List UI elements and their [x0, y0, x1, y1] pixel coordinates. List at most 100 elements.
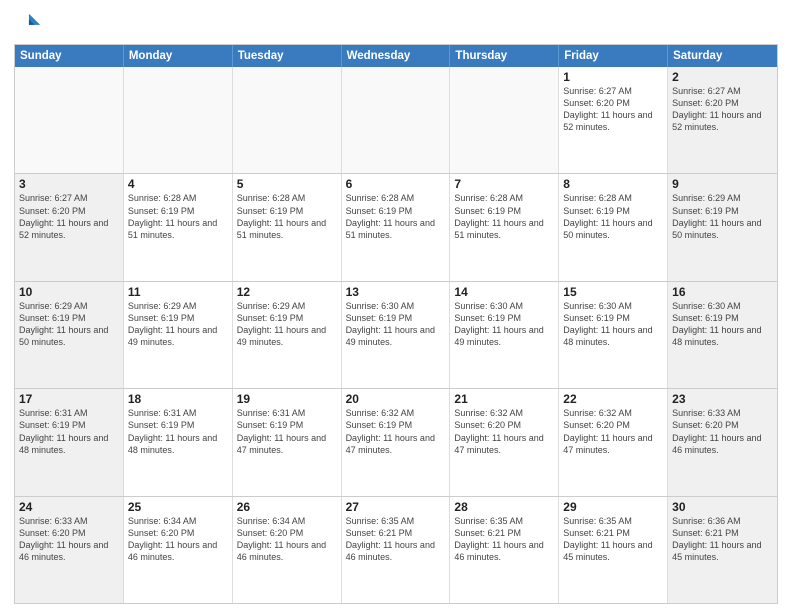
header-saturday: Saturday [668, 45, 777, 67]
day-number: 13 [346, 285, 446, 299]
day-21: 21Sunrise: 6:32 AM Sunset: 6:20 PM Dayli… [450, 389, 559, 495]
day-info: Sunrise: 6:33 AM Sunset: 6:20 PM Dayligh… [672, 407, 773, 456]
day-18: 18Sunrise: 6:31 AM Sunset: 6:19 PM Dayli… [124, 389, 233, 495]
day-info: Sunrise: 6:31 AM Sunset: 6:19 PM Dayligh… [19, 407, 119, 456]
day-number: 11 [128, 285, 228, 299]
day-info: Sunrise: 6:35 AM Sunset: 6:21 PM Dayligh… [563, 515, 663, 564]
week-2: 3Sunrise: 6:27 AM Sunset: 6:20 PM Daylig… [15, 173, 777, 280]
week-1: 1Sunrise: 6:27 AM Sunset: 6:20 PM Daylig… [15, 67, 777, 173]
day-28: 28Sunrise: 6:35 AM Sunset: 6:21 PM Dayli… [450, 497, 559, 603]
day-info: Sunrise: 6:29 AM Sunset: 6:19 PM Dayligh… [128, 300, 228, 349]
day-info: Sunrise: 6:28 AM Sunset: 6:19 PM Dayligh… [237, 192, 337, 241]
day-6: 6Sunrise: 6:28 AM Sunset: 6:19 PM Daylig… [342, 174, 451, 280]
header-tuesday: Tuesday [233, 45, 342, 67]
day-number: 27 [346, 500, 446, 514]
day-12: 12Sunrise: 6:29 AM Sunset: 6:19 PM Dayli… [233, 282, 342, 388]
day-10: 10Sunrise: 6:29 AM Sunset: 6:19 PM Dayli… [15, 282, 124, 388]
day-number: 18 [128, 392, 228, 406]
day-info: Sunrise: 6:32 AM Sunset: 6:20 PM Dayligh… [563, 407, 663, 456]
day-number: 20 [346, 392, 446, 406]
day-info: Sunrise: 6:29 AM Sunset: 6:19 PM Dayligh… [19, 300, 119, 349]
day-5: 5Sunrise: 6:28 AM Sunset: 6:19 PM Daylig… [233, 174, 342, 280]
day-14: 14Sunrise: 6:30 AM Sunset: 6:19 PM Dayli… [450, 282, 559, 388]
calendar-header: SundayMondayTuesdayWednesdayThursdayFrid… [15, 45, 777, 67]
header-sunday: Sunday [15, 45, 124, 67]
day-number: 4 [128, 177, 228, 191]
empty-cell [450, 67, 559, 173]
header-friday: Friday [559, 45, 668, 67]
day-29: 29Sunrise: 6:35 AM Sunset: 6:21 PM Dayli… [559, 497, 668, 603]
calendar: SundayMondayTuesdayWednesdayThursdayFrid… [14, 44, 778, 604]
day-4: 4Sunrise: 6:28 AM Sunset: 6:19 PM Daylig… [124, 174, 233, 280]
day-number: 24 [19, 500, 119, 514]
day-11: 11Sunrise: 6:29 AM Sunset: 6:19 PM Dayli… [124, 282, 233, 388]
day-info: Sunrise: 6:32 AM Sunset: 6:19 PM Dayligh… [346, 407, 446, 456]
day-info: Sunrise: 6:30 AM Sunset: 6:19 PM Dayligh… [346, 300, 446, 349]
day-info: Sunrise: 6:34 AM Sunset: 6:20 PM Dayligh… [237, 515, 337, 564]
day-info: Sunrise: 6:33 AM Sunset: 6:20 PM Dayligh… [19, 515, 119, 564]
day-number: 12 [237, 285, 337, 299]
day-7: 7Sunrise: 6:28 AM Sunset: 6:19 PM Daylig… [450, 174, 559, 280]
day-19: 19Sunrise: 6:31 AM Sunset: 6:19 PM Dayli… [233, 389, 342, 495]
day-number: 17 [19, 392, 119, 406]
day-8: 8Sunrise: 6:28 AM Sunset: 6:19 PM Daylig… [559, 174, 668, 280]
day-30: 30Sunrise: 6:36 AM Sunset: 6:21 PM Dayli… [668, 497, 777, 603]
day-number: 29 [563, 500, 663, 514]
day-info: Sunrise: 6:27 AM Sunset: 6:20 PM Dayligh… [672, 85, 773, 134]
logo [14, 10, 46, 38]
day-number: 25 [128, 500, 228, 514]
header-monday: Monday [124, 45, 233, 67]
day-info: Sunrise: 6:30 AM Sunset: 6:19 PM Dayligh… [454, 300, 554, 349]
day-number: 9 [672, 177, 773, 191]
day-number: 26 [237, 500, 337, 514]
empty-cell [342, 67, 451, 173]
day-info: Sunrise: 6:28 AM Sunset: 6:19 PM Dayligh… [128, 192, 228, 241]
day-number: 19 [237, 392, 337, 406]
day-number: 22 [563, 392, 663, 406]
day-26: 26Sunrise: 6:34 AM Sunset: 6:20 PM Dayli… [233, 497, 342, 603]
day-info: Sunrise: 6:30 AM Sunset: 6:19 PM Dayligh… [563, 300, 663, 349]
day-info: Sunrise: 6:30 AM Sunset: 6:19 PM Dayligh… [672, 300, 773, 349]
day-number: 3 [19, 177, 119, 191]
day-2: 2Sunrise: 6:27 AM Sunset: 6:20 PM Daylig… [668, 67, 777, 173]
day-23: 23Sunrise: 6:33 AM Sunset: 6:20 PM Dayli… [668, 389, 777, 495]
day-1: 1Sunrise: 6:27 AM Sunset: 6:20 PM Daylig… [559, 67, 668, 173]
empty-cell [124, 67, 233, 173]
empty-cell [233, 67, 342, 173]
day-info: Sunrise: 6:31 AM Sunset: 6:19 PM Dayligh… [128, 407, 228, 456]
day-info: Sunrise: 6:36 AM Sunset: 6:21 PM Dayligh… [672, 515, 773, 564]
day-number: 5 [237, 177, 337, 191]
day-number: 1 [563, 70, 663, 84]
day-number: 16 [672, 285, 773, 299]
day-number: 8 [563, 177, 663, 191]
day-9: 9Sunrise: 6:29 AM Sunset: 6:19 PM Daylig… [668, 174, 777, 280]
day-number: 23 [672, 392, 773, 406]
header-wednesday: Wednesday [342, 45, 451, 67]
logo-icon [14, 10, 42, 38]
day-20: 20Sunrise: 6:32 AM Sunset: 6:19 PM Dayli… [342, 389, 451, 495]
day-number: 7 [454, 177, 554, 191]
day-24: 24Sunrise: 6:33 AM Sunset: 6:20 PM Dayli… [15, 497, 124, 603]
empty-cell [15, 67, 124, 173]
day-16: 16Sunrise: 6:30 AM Sunset: 6:19 PM Dayli… [668, 282, 777, 388]
day-info: Sunrise: 6:34 AM Sunset: 6:20 PM Dayligh… [128, 515, 228, 564]
day-info: Sunrise: 6:28 AM Sunset: 6:19 PM Dayligh… [454, 192, 554, 241]
day-info: Sunrise: 6:27 AM Sunset: 6:20 PM Dayligh… [19, 192, 119, 241]
day-number: 6 [346, 177, 446, 191]
day-3: 3Sunrise: 6:27 AM Sunset: 6:20 PM Daylig… [15, 174, 124, 280]
day-number: 10 [19, 285, 119, 299]
week-4: 17Sunrise: 6:31 AM Sunset: 6:19 PM Dayli… [15, 388, 777, 495]
day-22: 22Sunrise: 6:32 AM Sunset: 6:20 PM Dayli… [559, 389, 668, 495]
day-info: Sunrise: 6:27 AM Sunset: 6:20 PM Dayligh… [563, 85, 663, 134]
day-number: 2 [672, 70, 773, 84]
day-info: Sunrise: 6:32 AM Sunset: 6:20 PM Dayligh… [454, 407, 554, 456]
day-17: 17Sunrise: 6:31 AM Sunset: 6:19 PM Dayli… [15, 389, 124, 495]
week-5: 24Sunrise: 6:33 AM Sunset: 6:20 PM Dayli… [15, 496, 777, 603]
day-27: 27Sunrise: 6:35 AM Sunset: 6:21 PM Dayli… [342, 497, 451, 603]
day-number: 15 [563, 285, 663, 299]
week-3: 10Sunrise: 6:29 AM Sunset: 6:19 PM Dayli… [15, 281, 777, 388]
day-info: Sunrise: 6:35 AM Sunset: 6:21 PM Dayligh… [454, 515, 554, 564]
day-number: 14 [454, 285, 554, 299]
header-thursday: Thursday [450, 45, 559, 67]
day-number: 28 [454, 500, 554, 514]
